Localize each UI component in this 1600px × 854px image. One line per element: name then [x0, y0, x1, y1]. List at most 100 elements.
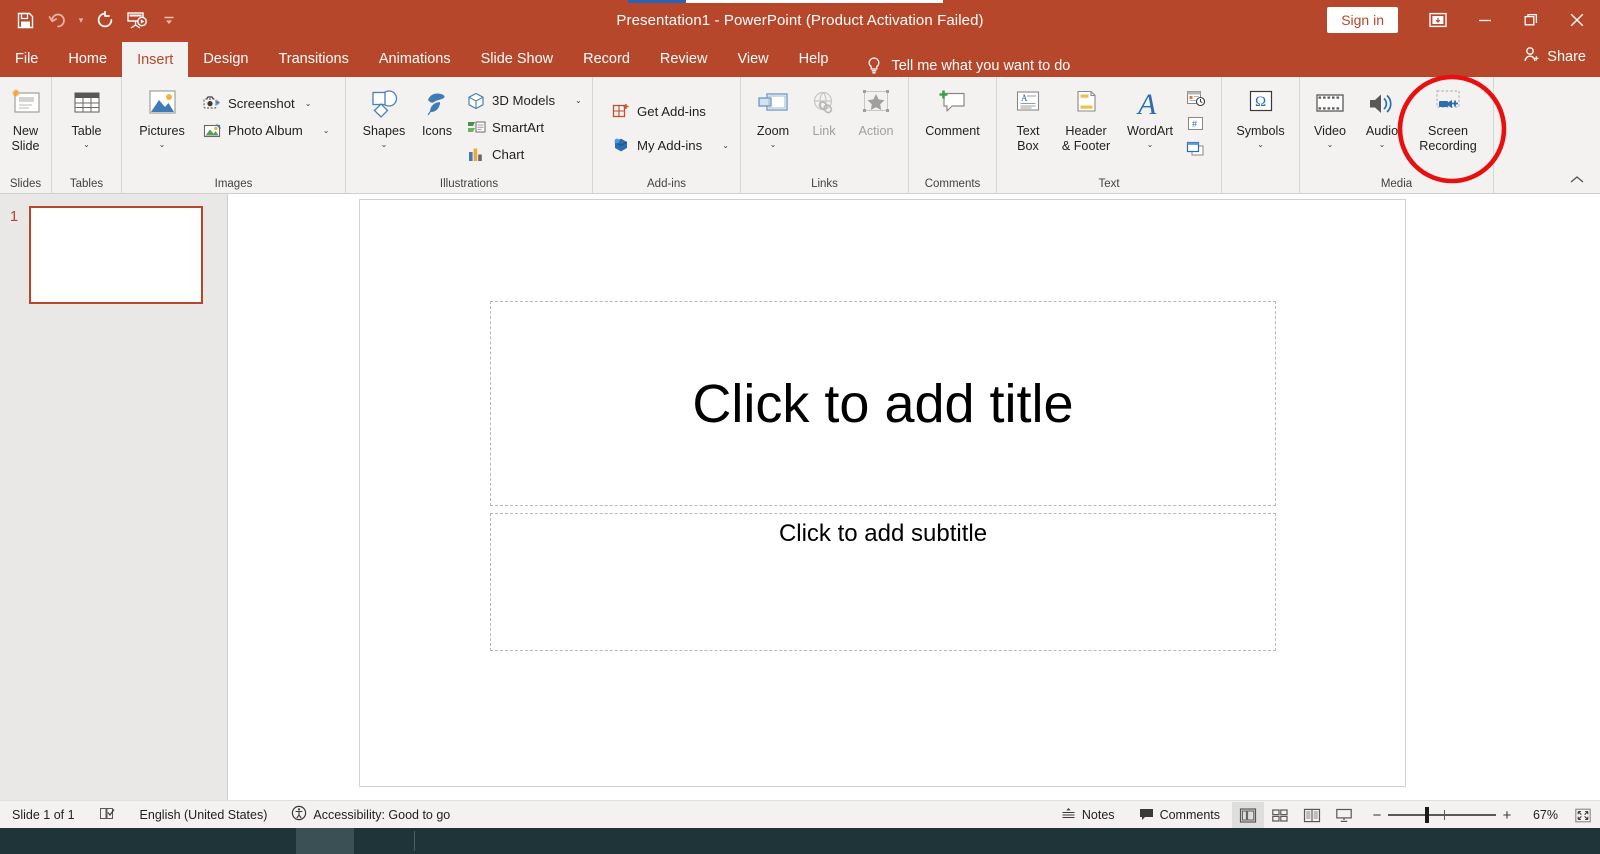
zoom-dropdown-icon[interactable]: ⌄: [770, 140, 777, 149]
audio-dropdown-icon[interactable]: ⌄: [1379, 140, 1386, 149]
customize-quick-access-toolbar-icon[interactable]: [154, 6, 184, 34]
tab-insert[interactable]: Insert: [122, 42, 189, 77]
photo-album-button[interactable]: Photo Album ⌄: [198, 118, 333, 143]
view-slide-sorter-button[interactable]: [1264, 802, 1296, 828]
tab-view[interactable]: View: [722, 40, 783, 77]
symbols-dropdown-icon[interactable]: ⌄: [1257, 140, 1264, 149]
slide-count[interactable]: Slide 1 of 1: [0, 802, 87, 828]
slide-thumbnail-1[interactable]: [29, 206, 203, 304]
text-box-button[interactable]: A Text Box: [1003, 82, 1053, 164]
zoom-out-button[interactable]: −: [1366, 807, 1388, 824]
photo-album-icon: [202, 121, 222, 141]
fit-to-window-icon[interactable]: [1566, 802, 1600, 828]
close-button[interactable]: [1554, 0, 1600, 40]
accessibility-icon: [291, 805, 307, 824]
slide-editing-stage[interactable]: Click to add title Click to add subtitle: [228, 194, 1600, 800]
minimize-button[interactable]: [1462, 0, 1508, 40]
share-button[interactable]: Share: [1523, 46, 1586, 67]
tab-transitions[interactable]: Transitions: [263, 40, 363, 77]
accessibility-status[interactable]: Accessibility: Good to go: [279, 802, 462, 828]
start-from-beginning-icon[interactable]: [122, 6, 152, 34]
quick-access-toolbar: ▾: [0, 6, 184, 34]
slide-number-icon[interactable]: #: [1183, 112, 1207, 135]
group-label-slides: Slides: [9, 178, 42, 190]
illustrations-small-buttons: 3D Models ⌄ SmartArt Chart: [462, 85, 586, 167]
zoom-slider-knob[interactable]: [1425, 807, 1429, 823]
tab-review[interactable]: Review: [645, 40, 723, 77]
language-indicator[interactable]: English (United States): [128, 802, 280, 828]
tab-design[interactable]: Design: [188, 40, 263, 77]
view-normal-button[interactable]: [1232, 802, 1264, 828]
object-icon[interactable]: [1183, 138, 1207, 161]
shapes-button[interactable]: Shapes ⌄: [356, 82, 412, 164]
date-time-icon[interactable]: [1183, 86, 1207, 109]
tell-me-search[interactable]: Tell me what you want to do: [865, 55, 1070, 77]
wordart-button[interactable]: A WordArt ⌄: [1119, 82, 1181, 164]
my-add-ins-dropdown-icon[interactable]: ⌄: [722, 141, 729, 150]
undo-dropdown-icon[interactable]: ▾: [74, 6, 88, 34]
header-and-footer-button[interactable]: Header & Footer: [1053, 82, 1119, 164]
comments-button[interactable]: Comments: [1127, 802, 1232, 828]
taskbar-active-window-tile[interactable]: [296, 828, 354, 854]
action-button[interactable]: Action: [849, 82, 903, 164]
ribbon-display-options-icon[interactable]: [1414, 0, 1462, 40]
photo-album-label: Photo Album: [228, 123, 303, 138]
icons-button[interactable]: Icons: [412, 82, 462, 164]
ribbon-group-comments: Comment Comments: [909, 77, 997, 193]
tab-help[interactable]: Help: [784, 40, 844, 77]
tab-slide-show[interactable]: Slide Show: [466, 40, 569, 77]
video-dropdown-icon[interactable]: ⌄: [1327, 140, 1334, 149]
slide-canvas[interactable]: Click to add title Click to add subtitle: [359, 199, 1406, 787]
tab-file[interactable]: File: [0, 40, 53, 77]
smartart-button[interactable]: SmartArt: [462, 115, 586, 140]
chart-icon: [466, 145, 486, 165]
subtitle-placeholder[interactable]: Click to add subtitle: [490, 513, 1276, 651]
redo-icon[interactable]: [90, 6, 120, 34]
comment-button[interactable]: Comment: [915, 82, 991, 164]
shapes-dropdown-icon[interactable]: ⌄: [381, 140, 388, 149]
screenshot-dropdown-icon[interactable]: ⌄: [305, 99, 312, 108]
title-placeholder[interactable]: Click to add title: [490, 301, 1276, 506]
view-reading-button[interactable]: [1296, 802, 1328, 828]
wordart-dropdown-icon[interactable]: ⌄: [1147, 140, 1154, 149]
tab-record[interactable]: Record: [568, 40, 645, 77]
collapse-ribbon-icon[interactable]: [1564, 169, 1590, 191]
audio-button[interactable]: Audio ⌄: [1356, 82, 1408, 164]
undo-icon[interactable]: [42, 6, 72, 34]
zoom-icon: [753, 86, 793, 122]
zoom-percentage[interactable]: 67%: [1524, 808, 1566, 822]
table-button[interactable]: Table ⌄: [56, 82, 117, 164]
zoom-slider[interactable]: [1388, 805, 1496, 825]
tab-animations[interactable]: Animations: [364, 40, 466, 77]
pictures-button[interactable]: Pictures ⌄: [126, 82, 198, 164]
notes-button[interactable]: Notes: [1049, 802, 1127, 828]
link-button[interactable]: Link: [799, 82, 849, 164]
3d-models-button[interactable]: 3D Models ⌄: [462, 88, 586, 113]
get-add-ins-button[interactable]: Get Add-ins: [607, 95, 733, 127]
screen-recording-button[interactable]: Screen Recording: [1408, 82, 1488, 164]
zoom-in-button[interactable]: +: [1496, 807, 1518, 824]
new-slide-button[interactable]: New Slide: [4, 82, 47, 164]
chart-button[interactable]: Chart: [462, 142, 586, 167]
images-small-buttons: Screenshot ⌄ Photo Album ⌄: [198, 88, 333, 143]
3d-models-dropdown-icon[interactable]: ⌄: [575, 96, 582, 105]
comment-icon: [935, 86, 971, 122]
zoom-button[interactable]: Zoom ⌄: [747, 82, 799, 164]
save-icon[interactable]: [10, 6, 40, 34]
symbols-label: Symbols: [1236, 124, 1285, 138]
pictures-dropdown-icon[interactable]: ⌄: [159, 140, 166, 149]
spell-check-button[interactable]: [87, 802, 128, 828]
restore-button[interactable]: [1508, 0, 1554, 40]
table-dropdown-icon[interactable]: ⌄: [83, 140, 90, 149]
symbols-button[interactable]: Ω Symbols ⌄: [1226, 82, 1295, 164]
tab-home[interactable]: Home: [53, 40, 122, 77]
video-button[interactable]: Video ⌄: [1304, 82, 1356, 164]
photo-album-dropdown-icon[interactable]: ⌄: [323, 126, 330, 135]
header-footer-label-1: Header: [1065, 124, 1107, 138]
sign-in-button[interactable]: Sign in: [1327, 7, 1398, 33]
my-add-ins-button[interactable]: My Add-ins ⌄: [607, 129, 733, 161]
screenshot-button[interactable]: Screenshot ⌄: [198, 91, 333, 116]
view-slide-show-button[interactable]: [1328, 802, 1360, 828]
group-label-illustrations: Illustrations: [439, 178, 499, 190]
ribbon-group-tables: Table ⌄ Tables: [52, 77, 122, 193]
